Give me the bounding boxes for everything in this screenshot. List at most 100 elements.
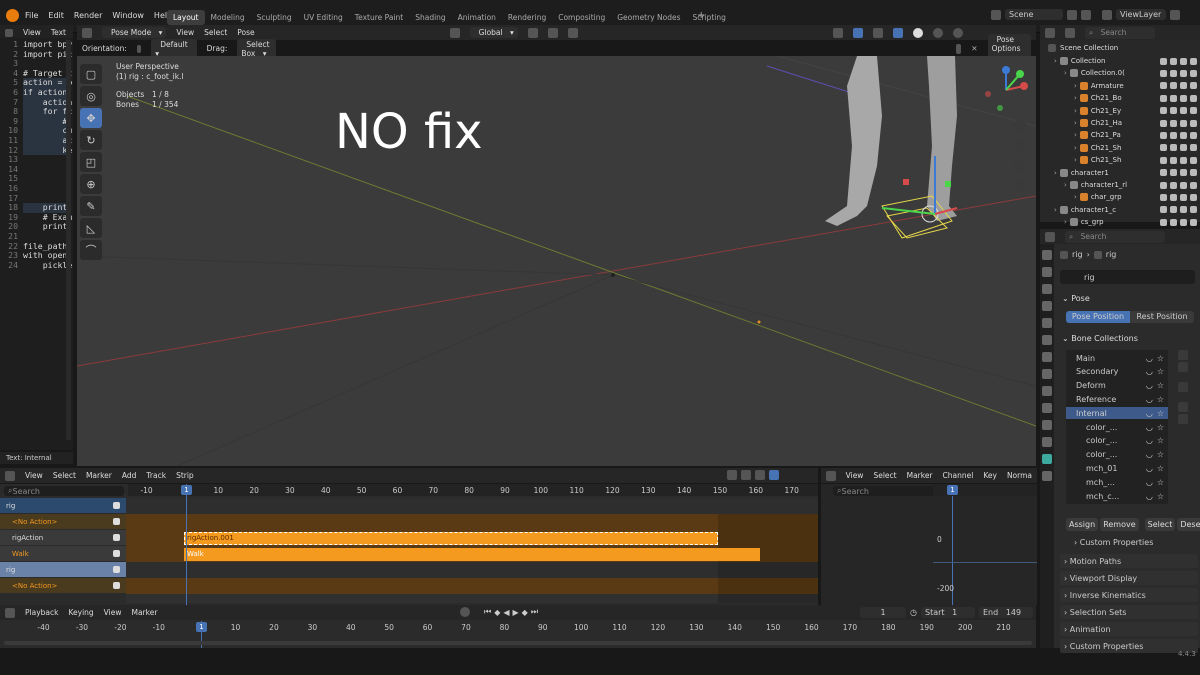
text-view-menu[interactable]: View bbox=[23, 28, 41, 37]
armature-name-field[interactable]: rig bbox=[1060, 270, 1195, 284]
outliner-item[interactable]: › Ch21_Sh bbox=[1040, 142, 1200, 154]
record-icon[interactable] bbox=[460, 607, 470, 617]
camera-icon[interactable] bbox=[1190, 69, 1197, 77]
pan-hand-icon[interactable] bbox=[1014, 140, 1026, 152]
data-tab-icon[interactable] bbox=[1042, 437, 1052, 447]
expand-icon[interactable]: › bbox=[1074, 131, 1077, 139]
timeline-current-frame[interactable]: 1 bbox=[196, 622, 207, 632]
blender-logo-icon[interactable] bbox=[6, 9, 19, 22]
nla-ruler[interactable]: -10 10 20 30 40 50 60 70 80 90 100 110 120 130 140 150 1… bbox=[128, 484, 818, 496]
outliner-item[interactable]: › Armature bbox=[1040, 80, 1200, 92]
tab-shading[interactable]: Shading bbox=[409, 10, 451, 25]
checkbox-icon[interactable] bbox=[1160, 169, 1167, 177]
graph-menu-channel[interactable]: Channel bbox=[943, 471, 974, 480]
graph-menu-norma[interactable]: Norma bbox=[1007, 471, 1032, 480]
bone-collection-item[interactable]: Deform ◡ ☆ bbox=[1066, 380, 1168, 392]
camera-icon[interactable] bbox=[1190, 206, 1197, 214]
star-icon[interactable]: ☆ bbox=[1157, 478, 1164, 487]
properties-type-icon[interactable] bbox=[1045, 231, 1055, 242]
rendered-shading-icon[interactable] bbox=[952, 27, 963, 38]
eye-icon[interactable]: ◡ bbox=[1146, 409, 1153, 418]
assign-button[interactable]: Assign bbox=[1066, 518, 1099, 531]
pose-relax-icon[interactable]: ⌒ bbox=[80, 240, 102, 260]
track-checkbox-icon[interactable] bbox=[113, 534, 120, 541]
eye-icon[interactable] bbox=[1180, 57, 1187, 65]
timeline-menu-view[interactable]: View bbox=[104, 608, 122, 617]
expand-icon[interactable]: › bbox=[1054, 57, 1057, 65]
select-button[interactable]: Select bbox=[1144, 518, 1176, 531]
tool-icon[interactable] bbox=[955, 43, 962, 54]
eye-icon[interactable] bbox=[1180, 94, 1187, 102]
delete-scene-icon[interactable] bbox=[1081, 9, 1091, 20]
code-line[interactable]: pickle bbox=[23, 260, 73, 271]
bone-collection-item[interactable]: Main ◡ ☆ bbox=[1066, 352, 1168, 364]
star-icon[interactable]: ☆ bbox=[1157, 464, 1164, 473]
expand-icon[interactable]: › bbox=[1074, 82, 1077, 90]
transform-dropdown[interactable]: Global ▾ bbox=[469, 27, 518, 38]
tab-uv-editing[interactable]: UV Editing bbox=[298, 10, 349, 25]
measure-icon[interactable]: ◺ bbox=[80, 218, 102, 238]
select-menu[interactable]: Select bbox=[204, 28, 227, 37]
camera-icon[interactable] bbox=[1190, 57, 1197, 65]
next-keyframe-icon[interactable]: ◆ bbox=[522, 608, 528, 617]
select-icon[interactable] bbox=[1170, 119, 1177, 127]
panel-motion-paths[interactable]: › Motion Paths bbox=[1060, 554, 1198, 568]
expand-icon[interactable]: › bbox=[1074, 156, 1077, 164]
star-icon[interactable]: ☆ bbox=[1157, 492, 1164, 501]
outliner-item[interactable]: › Collection.0( bbox=[1040, 67, 1200, 79]
annotate-icon[interactable]: ✎ bbox=[80, 196, 102, 216]
constraints-tab-icon[interactable] bbox=[1042, 420, 1052, 430]
nla-menu-add[interactable]: Add bbox=[122, 471, 137, 480]
eye-icon[interactable]: ◡ bbox=[1146, 354, 1153, 363]
nla-track[interactable]: <No Action> bbox=[0, 514, 126, 529]
outliner-item[interactable]: › Ch21_Sh bbox=[1040, 154, 1200, 166]
eye-icon[interactable] bbox=[1180, 131, 1187, 139]
nla-track[interactable]: rigAction bbox=[0, 530, 126, 545]
tab-compositing[interactable]: Compositing bbox=[552, 10, 611, 25]
bone-constraint-tab-icon[interactable] bbox=[1042, 471, 1052, 481]
start-frame-field[interactable]: Start 1 bbox=[920, 607, 975, 618]
menu-file[interactable]: File bbox=[25, 11, 38, 20]
rotate-icon[interactable]: ↻ bbox=[80, 130, 102, 150]
expand-icon[interactable]: › bbox=[1074, 107, 1077, 115]
outliner-item[interactable]: › character1_rl bbox=[1040, 179, 1200, 191]
material-shading-icon[interactable] bbox=[932, 27, 943, 38]
eye-icon[interactable] bbox=[1180, 144, 1187, 152]
outliner-item[interactable]: › Ch21_Ha bbox=[1040, 117, 1200, 129]
panel-inverse-kinematics[interactable]: › Inverse Kinematics bbox=[1060, 588, 1198, 602]
camera-icon[interactable] bbox=[1190, 119, 1197, 127]
camera-icon[interactable] bbox=[1190, 82, 1197, 90]
gizmo-icon[interactable] bbox=[852, 27, 863, 38]
checkbox-icon[interactable] bbox=[1160, 107, 1167, 115]
eye-icon[interactable] bbox=[1180, 107, 1187, 115]
panel-viewport-display[interactable]: › Viewport Display bbox=[1060, 571, 1198, 585]
timeline-ruler[interactable]: -40 -30 -20 -10 10 20 30 40 50 60 70 80 90 100 110 120 1… bbox=[0, 621, 1036, 635]
eye-icon[interactable] bbox=[1180, 169, 1187, 177]
expand-icon[interactable]: › bbox=[1064, 69, 1067, 77]
checkbox-icon[interactable] bbox=[1160, 57, 1167, 65]
nla-menu-marker[interactable]: Marker bbox=[86, 471, 112, 480]
bone-tab-icon[interactable] bbox=[1042, 454, 1052, 464]
select-icon[interactable] bbox=[1170, 156, 1177, 164]
tool-tab-icon[interactable] bbox=[1042, 250, 1052, 260]
current-frame-field[interactable]: 1 bbox=[860, 607, 906, 618]
mode-dropdown[interactable]: Pose Mode ▾ bbox=[102, 27, 167, 38]
tab-rendering[interactable]: Rendering bbox=[502, 10, 552, 25]
track-checkbox-icon[interactable] bbox=[113, 550, 120, 557]
graph-menu-view[interactable]: View bbox=[846, 471, 864, 480]
eye-icon[interactable] bbox=[1180, 181, 1187, 189]
tab-animation[interactable]: Animation bbox=[452, 10, 502, 25]
select-icon[interactable] bbox=[1170, 69, 1177, 77]
physics-tab-icon[interactable] bbox=[1042, 403, 1052, 413]
code-line[interactable]: import pic bbox=[23, 49, 72, 60]
code-area[interactable]: 1 import bpy 2 import pic 3 4 # Target t 5 actio… bbox=[0, 38, 73, 450]
bone-collection-list[interactable]: Main ◡ ☆ Secondary ◡ ☆ Deform ◡ ☆ Reference ◡ ☆ Inte… bbox=[1066, 350, 1168, 504]
menu-render[interactable]: Render bbox=[74, 11, 102, 20]
move-icon[interactable]: ✥ bbox=[80, 108, 102, 128]
camera-icon[interactable] bbox=[1190, 169, 1197, 177]
camera-view-icon[interactable] bbox=[1014, 160, 1026, 172]
zoom-icon[interactable] bbox=[1014, 120, 1026, 132]
eye-icon[interactable]: ◡ bbox=[1146, 450, 1153, 459]
outliner-item[interactable]: › Collection bbox=[1040, 55, 1200, 67]
transform-icon[interactable]: ⊕ bbox=[80, 174, 102, 194]
